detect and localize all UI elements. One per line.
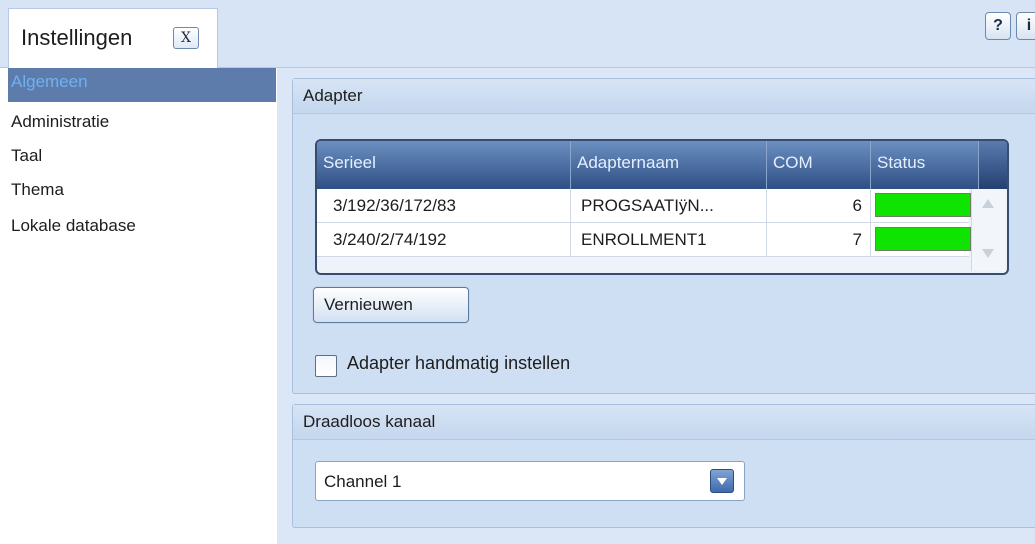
table-scrollbar[interactable]: [971, 189, 1005, 271]
channel-select-value: Channel 1: [324, 472, 402, 491]
column-header-adapternaam[interactable]: Adapternaam: [571, 141, 767, 189]
sidebar-item-thema[interactable]: Thema: [8, 176, 276, 210]
manual-adapter-checkbox[interactable]: [315, 355, 337, 377]
tab-instellingen[interactable]: Instellingen X: [8, 8, 218, 68]
info-button[interactable]: i: [1016, 12, 1035, 40]
column-header-status[interactable]: Status: [871, 141, 979, 189]
cell-serieel: 3/240/2/74/192: [317, 223, 571, 256]
scroll-up-icon[interactable]: [982, 199, 994, 208]
help-button[interactable]: ?: [985, 12, 1011, 40]
table-row[interactable]: 3/192/36/172/83 PROGSAATIÿN... 6: [317, 189, 971, 223]
top-bar: Instellingen X ? i: [0, 0, 1035, 68]
adapter-table: Serieel Adapternaam COM Status 3/192/36/…: [315, 139, 1009, 275]
cell-status: [871, 189, 979, 222]
chevron-down-icon[interactable]: [710, 469, 734, 493]
sidebar-item-taal[interactable]: Taal: [8, 142, 276, 176]
cell-com: 6: [767, 189, 871, 222]
scroll-down-icon[interactable]: [982, 249, 994, 258]
cell-adapternaam: ENROLLMENT1: [571, 223, 767, 256]
wireless-channel-title: Draadloos kanaal: [293, 405, 1035, 440]
adapter-group: Adapter Serieel Adapternaam COM Status 3…: [292, 78, 1035, 394]
cell-com: 7: [767, 223, 871, 256]
status-indicator: [875, 193, 971, 217]
table-row[interactable]: 3/240/2/74/192 ENROLLMENT1 7: [317, 223, 971, 257]
wireless-channel-group: Draadloos kanaal Channel 1: [292, 404, 1035, 528]
sidebar: Algemeen Administratie Taal Thema Lokale…: [8, 68, 276, 544]
cell-serieel: 3/192/36/172/83: [317, 189, 571, 222]
adapter-table-header: Serieel Adapternaam COM Status: [317, 141, 1007, 189]
sidebar-item-algemeen[interactable]: Algemeen: [8, 68, 276, 102]
status-indicator: [875, 227, 971, 251]
cell-adapternaam: PROGSAATIÿN...: [571, 189, 767, 222]
adapter-group-title: Adapter: [293, 79, 1035, 114]
cell-status: [871, 223, 979, 256]
settings-content: Adapter Serieel Adapternaam COM Status 3…: [277, 68, 1035, 544]
sidebar-item-lokale-database[interactable]: Lokale database: [8, 212, 276, 246]
close-tab-button[interactable]: X: [173, 27, 199, 49]
refresh-button[interactable]: Vernieuwen: [313, 287, 469, 323]
column-header-com[interactable]: COM: [767, 141, 871, 189]
sidebar-item-administratie[interactable]: Administratie: [8, 108, 276, 142]
tab-title: Instellingen: [21, 25, 133, 50]
column-header-serieel[interactable]: Serieel: [317, 141, 571, 189]
channel-select[interactable]: Channel 1: [315, 461, 745, 501]
manual-adapter-label[interactable]: Adapter handmatig instellen: [347, 353, 570, 374]
table-header-corner: [979, 141, 1007, 189]
